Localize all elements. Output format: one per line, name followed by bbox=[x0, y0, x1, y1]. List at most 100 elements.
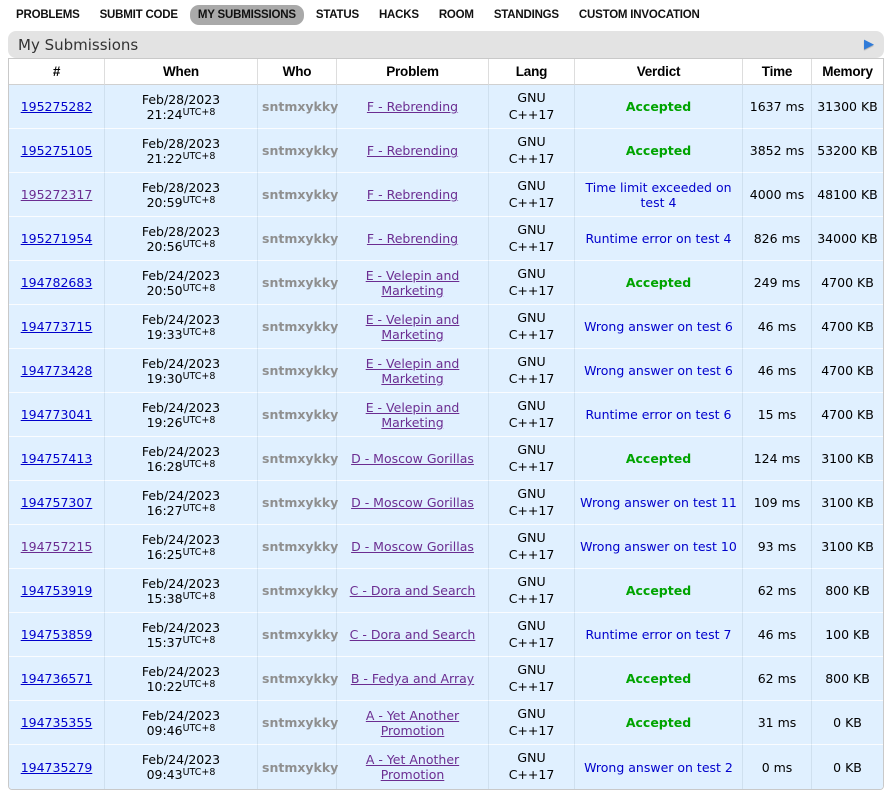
nav-tab-custom-invocation[interactable]: CUSTOM INVOCATION bbox=[571, 5, 708, 25]
user-link[interactable]: sntmxykky bbox=[262, 760, 338, 775]
problem-link[interactable]: D - Moscow Gorillas bbox=[351, 539, 474, 554]
nav-tab-room[interactable]: ROOM bbox=[431, 5, 482, 25]
verdict-label[interactable]: Accepted bbox=[626, 583, 691, 598]
user-link[interactable]: sntmxykky bbox=[262, 319, 338, 334]
user-link[interactable]: sntmxykky bbox=[262, 275, 338, 290]
submission-id-link[interactable]: 194736571 bbox=[21, 671, 93, 686]
problem-link[interactable]: A - Yet Another Promotion bbox=[366, 708, 459, 738]
problem-link[interactable]: F - Rebrending bbox=[367, 231, 458, 246]
user-link[interactable]: sntmxykky bbox=[262, 363, 338, 378]
verdict-label[interactable]: Runtime error on test 4 bbox=[586, 231, 732, 246]
timezone-label: UTC+8 bbox=[183, 239, 216, 250]
user-link[interactable]: sntmxykky bbox=[262, 451, 338, 466]
nav-tab-hacks[interactable]: HACKS bbox=[371, 5, 427, 25]
problem-link[interactable]: E - Velepin and Marketing bbox=[366, 312, 460, 342]
user-link[interactable]: sntmxykky bbox=[262, 671, 338, 686]
submission-id-link[interactable]: 194757307 bbox=[21, 495, 93, 510]
submission-time: 20:59UTC+8 bbox=[109, 196, 253, 210]
cell-time: 93 ms bbox=[743, 525, 812, 569]
submission-id-link[interactable]: 194757215 bbox=[21, 539, 93, 554]
cell-when: Feb/24/2023 15:37UTC+8 bbox=[105, 613, 258, 657]
problem-link[interactable]: E - Velepin and Marketing bbox=[366, 356, 460, 386]
submission-date: Feb/24/2023 bbox=[109, 532, 253, 548]
problem-link[interactable]: E - Velepin and Marketing bbox=[366, 400, 460, 430]
submission-time: 19:33UTC+8 bbox=[109, 328, 253, 342]
problem-link[interactable]: F - Rebrending bbox=[367, 143, 458, 158]
nav-tab-my-submissions[interactable]: MY SUBMISSIONS bbox=[190, 5, 304, 25]
user-link[interactable]: sntmxykky bbox=[262, 407, 338, 422]
user-link[interactable]: sntmxykky bbox=[262, 539, 338, 554]
user-link[interactable]: sntmxykky bbox=[262, 495, 338, 510]
cell-problem: D - Moscow Gorillas bbox=[337, 481, 489, 525]
cell-when: Feb/24/2023 19:33UTC+8 bbox=[105, 305, 258, 349]
problem-link[interactable]: A - Yet Another Promotion bbox=[366, 752, 459, 782]
submission-id-link[interactable]: 194753859 bbox=[21, 627, 93, 642]
submission-time: 16:25UTC+8 bbox=[109, 548, 253, 562]
submission-date: Feb/24/2023 bbox=[109, 488, 253, 504]
problem-link[interactable]: F - Rebrending bbox=[367, 99, 458, 114]
user-link[interactable]: sntmxykky bbox=[262, 627, 338, 642]
verdict-label[interactable]: Accepted bbox=[626, 451, 691, 466]
submission-row: 195275282 Feb/28/2023 21:24UTC+8 sntmxyk… bbox=[9, 85, 883, 129]
language-label: GNU C++17 bbox=[506, 134, 558, 168]
timezone-label: UTC+8 bbox=[183, 591, 216, 602]
time-value: 46 ms bbox=[758, 627, 797, 642]
problem-link[interactable]: D - Moscow Gorillas bbox=[351, 451, 474, 466]
problem-link[interactable]: C - Dora and Search bbox=[350, 627, 476, 642]
submission-date: Feb/28/2023 bbox=[109, 224, 253, 240]
verdict-label[interactable]: Wrong answer on test 11 bbox=[580, 495, 737, 510]
play-arrow-icon[interactable]: ▶ bbox=[864, 38, 874, 51]
verdict-label[interactable]: Accepted bbox=[626, 715, 691, 730]
problem-link[interactable]: F - Rebrending bbox=[367, 187, 458, 202]
verdict-label[interactable]: Accepted bbox=[626, 143, 691, 158]
problem-link[interactable]: E - Velepin and Marketing bbox=[366, 268, 460, 298]
submission-id-link[interactable]: 194773715 bbox=[21, 319, 93, 334]
cell-verdict: Runtime error on test 4 bbox=[575, 217, 743, 261]
cell-who: sntmxykky bbox=[258, 437, 337, 481]
user-link[interactable]: sntmxykky bbox=[262, 231, 338, 246]
submission-id-link[interactable]: 194773041 bbox=[21, 407, 93, 422]
nav-tab-problems[interactable]: PROBLEMS bbox=[8, 5, 88, 25]
submission-id-link[interactable]: 194753919 bbox=[21, 583, 93, 598]
cell-time: 46 ms bbox=[743, 613, 812, 657]
nav-tab-status[interactable]: STATUS bbox=[308, 5, 367, 25]
submission-id-link[interactable]: 194757413 bbox=[21, 451, 93, 466]
verdict-label[interactable]: Accepted bbox=[626, 99, 691, 114]
submission-id-link[interactable]: 194782683 bbox=[21, 275, 93, 290]
cell-verdict: Wrong answer on test 11 bbox=[575, 481, 743, 525]
nav-tab-standings[interactable]: STANDINGS bbox=[486, 5, 567, 25]
submission-id-link[interactable]: 195272317 bbox=[21, 187, 93, 202]
submission-time: 10:22UTC+8 bbox=[109, 680, 253, 694]
nav-tab-submit-code[interactable]: SUBMIT CODE bbox=[92, 5, 186, 25]
verdict-label[interactable]: Runtime error on test 7 bbox=[586, 627, 732, 642]
submission-id-link[interactable]: 194773428 bbox=[21, 363, 93, 378]
submission-id-link[interactable]: 195271954 bbox=[21, 231, 93, 246]
verdict-label[interactable]: Runtime error on test 6 bbox=[586, 407, 732, 422]
user-link[interactable]: sntmxykky bbox=[262, 583, 338, 598]
submission-row: 195271954 Feb/28/2023 20:56UTC+8 sntmxyk… bbox=[9, 217, 883, 261]
user-link[interactable]: sntmxykky bbox=[262, 187, 338, 202]
submission-id-link[interactable]: 194735355 bbox=[21, 715, 93, 730]
verdict-label[interactable]: Wrong answer on test 10 bbox=[580, 539, 737, 554]
user-link[interactable]: sntmxykky bbox=[262, 143, 338, 158]
submission-row: 195275105 Feb/28/2023 21:22UTC+8 sntmxyk… bbox=[9, 129, 883, 173]
cell-memory: 3100 KB bbox=[812, 481, 883, 525]
cell-id: 194736571 bbox=[9, 657, 105, 701]
user-link[interactable]: sntmxykky bbox=[262, 715, 338, 730]
verdict-label[interactable]: Accepted bbox=[626, 275, 691, 290]
user-link[interactable]: sntmxykky bbox=[262, 99, 338, 114]
timezone-label: UTC+8 bbox=[183, 327, 216, 338]
submission-id-link[interactable]: 195275105 bbox=[21, 143, 93, 158]
problem-link[interactable]: C - Dora and Search bbox=[350, 583, 476, 598]
verdict-label[interactable]: Wrong answer on test 6 bbox=[584, 363, 733, 378]
verdict-label[interactable]: Wrong answer on test 2 bbox=[584, 760, 733, 775]
problem-link[interactable]: D - Moscow Gorillas bbox=[351, 495, 474, 510]
problem-link[interactable]: B - Fedya and Array bbox=[351, 671, 474, 686]
submission-row: 194782683 Feb/24/2023 20:50UTC+8 sntmxyk… bbox=[9, 261, 883, 305]
submission-id-link[interactable]: 194735279 bbox=[21, 760, 93, 775]
verdict-label[interactable]: Time limit exceeded on test 4 bbox=[585, 180, 731, 210]
submission-row: 194773428 Feb/24/2023 19:30UTC+8 sntmxyk… bbox=[9, 349, 883, 393]
verdict-label[interactable]: Accepted bbox=[626, 671, 691, 686]
submission-id-link[interactable]: 195275282 bbox=[21, 99, 93, 114]
verdict-label[interactable]: Wrong answer on test 6 bbox=[584, 319, 733, 334]
